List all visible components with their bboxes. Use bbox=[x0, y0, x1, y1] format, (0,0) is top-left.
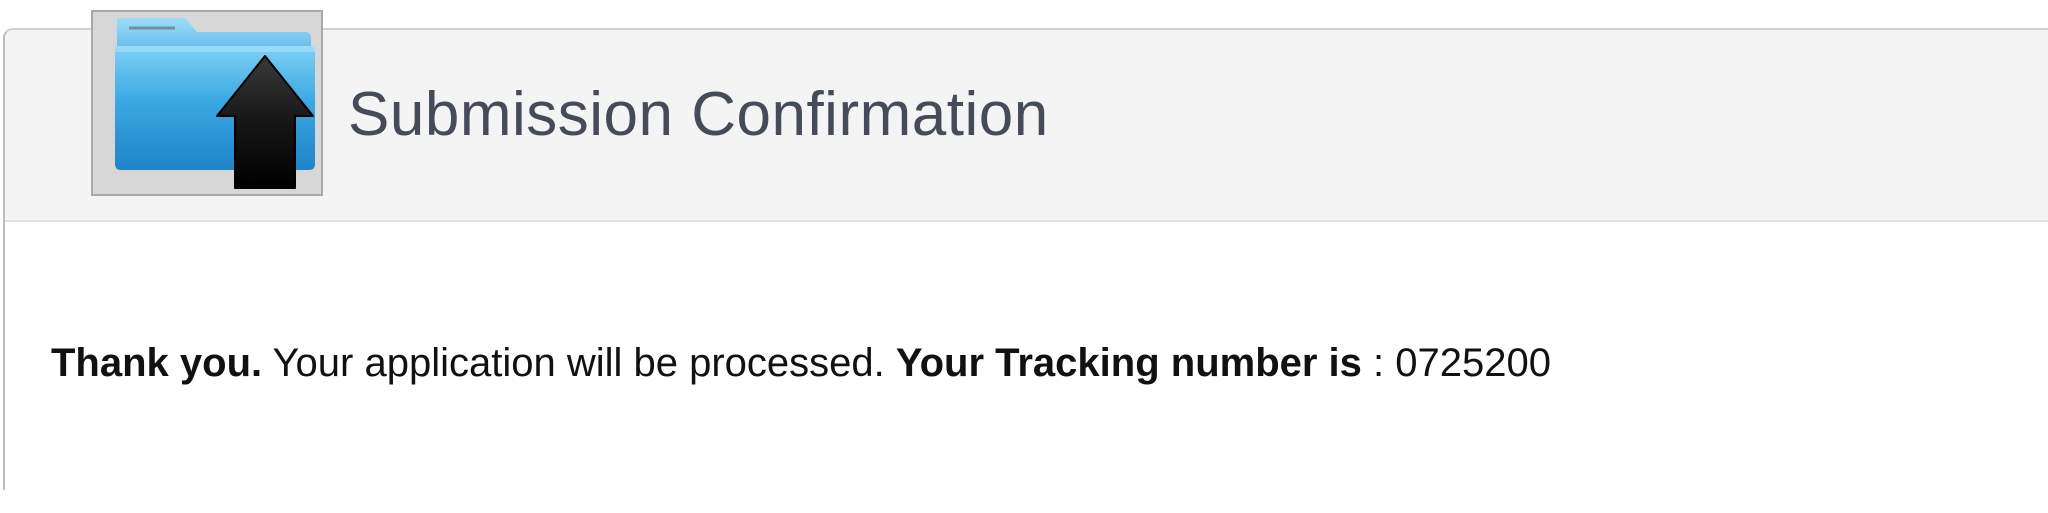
folder-upload-icon bbox=[91, 10, 323, 196]
page-title: Submission Confirmation bbox=[348, 80, 1049, 149]
confirmation-message: Thank you. Your application will be proc… bbox=[51, 333, 1551, 393]
thank-you-text: Thank you. bbox=[51, 341, 263, 385]
separator-text: : bbox=[1361, 341, 1396, 385]
tracking-number-label: Your Tracking number is bbox=[895, 341, 1362, 385]
tracking-number-value: 0725200 bbox=[1395, 341, 1551, 385]
processed-text: Your application will be processed. bbox=[262, 341, 896, 385]
